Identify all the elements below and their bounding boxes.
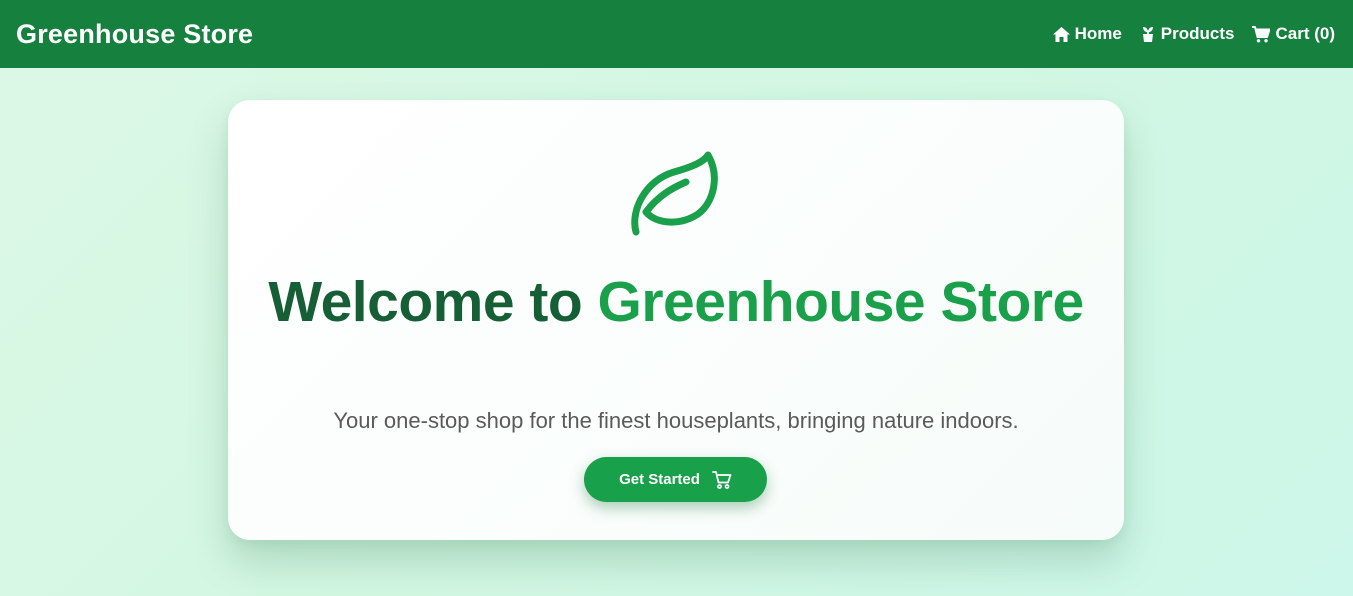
hero-title: Welcome to Greenhouse Store xyxy=(228,272,1124,332)
hero-subtitle: Your one-stop shop for the finest housep… xyxy=(333,408,1019,433)
top-navbar: Greenhouse Store Home Products Cart (0) xyxy=(0,0,1353,68)
leaf-icon xyxy=(631,151,718,236)
get-started-button[interactable]: Get Started xyxy=(584,457,767,502)
nav-home-link[interactable]: Home xyxy=(1052,24,1122,44)
hero-title-part1: Welcome to xyxy=(268,270,598,334)
hero-card: Welcome to Greenhouse Store Your one-sto… xyxy=(228,100,1124,540)
brand-title[interactable]: Greenhouse Store xyxy=(16,19,253,50)
nav-home-label: Home xyxy=(1074,24,1122,43)
get-started-label: Get Started xyxy=(619,471,700,488)
plant-icon xyxy=(1142,27,1153,42)
home-icon xyxy=(1052,26,1070,42)
nav-cart-label: Cart (0) xyxy=(1275,24,1335,43)
nav-products-label: Products xyxy=(1160,24,1235,43)
cart-icon xyxy=(1252,25,1271,42)
nav-products-link[interactable]: Products xyxy=(1140,24,1235,44)
cart-icon xyxy=(712,471,732,489)
nav-links: Home Products Cart (0) xyxy=(1052,24,1335,44)
hero-title-brand: Greenhouse Store xyxy=(597,270,1085,334)
nav-cart-link[interactable]: Cart (0) xyxy=(1252,24,1335,44)
